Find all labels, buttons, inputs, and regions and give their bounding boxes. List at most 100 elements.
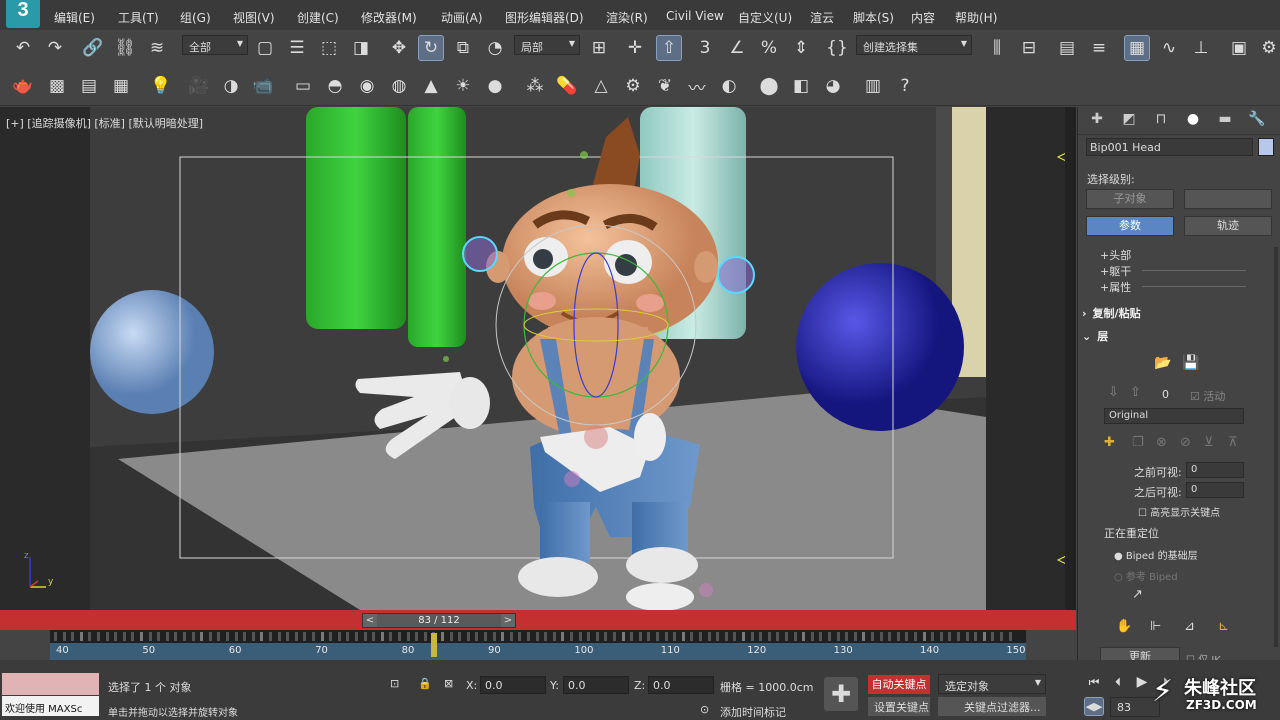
menu-civil-view[interactable]: Civil View: [666, 9, 724, 23]
schematic-view-icon[interactable]: ⊥: [1188, 35, 1214, 61]
absolute-mode-icon[interactable]: ⊠: [444, 677, 453, 690]
create-tab-icon[interactable]: ✚: [1086, 111, 1108, 131]
place-icon[interactable]: ◔: [482, 35, 508, 61]
material-map-icon[interactable]: ◧: [788, 73, 814, 99]
set-key-button[interactable]: 设置关键点: [868, 697, 930, 716]
menu-render-cloud[interactable]: 渲云: [810, 9, 834, 26]
menu-rendering[interactable]: 渲染(R): [606, 9, 648, 26]
play-icon[interactable]: ▶: [1132, 672, 1152, 692]
link-icon[interactable]: 🔗: [80, 35, 106, 61]
retarget-foot-icon[interactable]: ⊿: [1184, 619, 1195, 634]
hierarchy-tab-icon[interactable]: ⊓: [1150, 111, 1172, 131]
menu-graph-editors[interactable]: 图形编辑器(D): [505, 9, 584, 26]
ref-coord-dropdown[interactable]: 局部 ▼: [514, 35, 580, 55]
box-icon[interactable]: ▭: [290, 73, 316, 99]
curve-editor-icon[interactable]: ∿: [1156, 35, 1182, 61]
particles-icon[interactable]: ⁂: [522, 73, 548, 99]
auto-key-button[interactable]: 自动关键点: [868, 675, 930, 694]
delete-layer-icon[interactable]: ⊗: [1156, 435, 1167, 450]
highlight-keys-checkbox[interactable]: ☐ 高亮显示关键点: [1138, 504, 1220, 519]
menu-views[interactable]: 视图(V): [233, 9, 275, 26]
mirror-icon[interactable]: ⫼: [984, 35, 1010, 61]
scale-icon[interactable]: ⧉: [450, 35, 476, 61]
retarget-ik-icon[interactable]: ⊩: [1150, 619, 1161, 634]
trackbar[interactable]: 40 50 60 70 80 90 100 110 120 130 140 150: [50, 630, 1026, 660]
sun-icon[interactable]: ☀: [450, 73, 476, 99]
hair-fur-icon[interactable]: 〰: [684, 73, 710, 99]
teapot-icon[interactable]: 🫖: [10, 73, 36, 99]
trackbar-current-frame[interactable]: [430, 633, 437, 657]
percent-snap-icon[interactable]: %: [756, 35, 782, 61]
layer-name-field[interactable]: Original: [1104, 408, 1244, 424]
render-frame-icon[interactable]: ▩: [44, 73, 70, 99]
utilities-tab-icon[interactable]: 🔧: [1246, 111, 1268, 131]
light-icon[interactable]: 💡: [148, 73, 174, 99]
menu-create[interactable]: 创建(C): [297, 9, 339, 26]
pivot-center-icon[interactable]: ⊞: [586, 35, 612, 61]
blue-sphere-icon[interactable]: ◕: [820, 73, 846, 99]
display-tab-icon[interactable]: ▬: [1214, 111, 1236, 131]
window-crossing-icon[interactable]: ◨: [348, 35, 374, 61]
menu-content[interactable]: 内容: [911, 9, 935, 26]
motion-tab-icon[interactable]: ●: [1182, 111, 1204, 131]
menu-modifiers[interactable]: 修改器(M): [361, 9, 417, 26]
viewport-label[interactable]: [+] [追踪摄像机] [标准] [默认明暗处理]: [6, 115, 203, 131]
modify-tab-icon[interactable]: ◩: [1118, 111, 1140, 131]
disc-icon[interactable]: ●: [482, 73, 508, 99]
rect-selection-icon[interactable]: ⬚: [316, 35, 342, 61]
layers-rollout[interactable]: ⌄ 层: [1082, 328, 1272, 348]
material-editor-icon[interactable]: ▣: [1226, 35, 1252, 61]
add-time-tag[interactable]: 添加时间标记: [720, 704, 786, 720]
pick-arrow-icon[interactable]: ↗: [1132, 587, 1143, 602]
layer-down-icon[interactable]: ⇩: [1108, 385, 1119, 400]
keyboard-shortcut-override-icon[interactable]: ⇧: [656, 35, 682, 61]
undo-icon[interactable]: ↶: [10, 35, 36, 61]
camera-icon[interactable]: 🎥: [186, 73, 212, 99]
time-slider[interactable]: < 83 / 112 >: [362, 613, 516, 628]
object-color-swatch[interactable]: [1258, 138, 1274, 156]
ox-icon[interactable]: ◐: [716, 73, 742, 99]
isolate-icon[interactable]: ⊡: [390, 677, 399, 690]
bind-space-warp-icon[interactable]: ≋: [144, 35, 170, 61]
time-next-button[interactable]: >: [501, 614, 515, 627]
maxscript-listener[interactable]: [2, 673, 99, 695]
ref-biped-radio[interactable]: ○ 参考 Biped: [1114, 568, 1178, 583]
rollout-properties[interactable]: +属性: [1100, 279, 1131, 295]
params-button[interactable]: 参数: [1086, 216, 1174, 236]
video-camera-icon[interactable]: 📹: [250, 73, 276, 99]
layer-explorer-icon[interactable]: ≡: [1086, 35, 1112, 61]
save-icon[interactable]: 💾: [1182, 355, 1199, 371]
material-sphere-icon[interactable]: ⬤: [756, 73, 782, 99]
move-icon[interactable]: ✥: [386, 35, 412, 61]
lock-icon[interactable]: 🔒: [418, 677, 432, 690]
copy-layer-icon[interactable]: ❐: [1132, 435, 1144, 450]
named-selection-dropdown[interactable]: 创建选择集 ▼: [856, 35, 972, 55]
helper-icon[interactable]: ◑: [218, 73, 244, 99]
welcome-text[interactable]: 欢迎使用 MAXSc: [2, 696, 99, 716]
copy-paste-rollout[interactable]: › 复制/粘贴: [1082, 305, 1272, 325]
sub-object-button[interactable]: 子对象: [1086, 189, 1174, 209]
paste-layer-icon[interactable]: ⊘: [1180, 435, 1191, 450]
menu-scripting[interactable]: 脚本(S): [853, 9, 894, 26]
unlink-icon[interactable]: ⛓: [112, 35, 138, 61]
layer-up-icon[interactable]: ⇧: [1130, 385, 1141, 400]
spinner-snap-icon[interactable]: ⇕: [788, 35, 814, 61]
retarget-hand-icon[interactable]: ✋: [1116, 619, 1132, 634]
rollout-torso[interactable]: +躯干: [1100, 263, 1131, 279]
key-mode-toggle-icon[interactable]: ◀▶: [1084, 697, 1104, 716]
notes-icon[interactable]: ▤: [76, 73, 102, 99]
go-to-start-icon[interactable]: ⏮: [1084, 672, 1104, 692]
object-name-field[interactable]: Bip001 Head: [1086, 138, 1253, 156]
menu-animation[interactable]: 动画(A): [441, 9, 483, 26]
y-coord-field[interactable]: 0.0: [563, 676, 629, 694]
menu-customize[interactable]: 自定义(U): [738, 9, 792, 26]
table-icon[interactable]: ▦: [108, 73, 134, 99]
render-setup-icon[interactable]: ⚙: [1256, 35, 1280, 61]
key-filters-button[interactable]: 关键点过滤器...: [938, 697, 1046, 716]
menu-edit[interactable]: 编辑(E): [54, 9, 95, 26]
hemisphere-icon[interactable]: ◓: [322, 73, 348, 99]
align-icon[interactable]: ⊟: [1016, 35, 1042, 61]
key-target-dropdown[interactable]: 选定对象 ▼: [938, 674, 1046, 694]
app-logo-icon[interactable]: 3: [6, 0, 40, 28]
selection-filter-dropdown[interactable]: 全部 ▼: [182, 35, 248, 55]
